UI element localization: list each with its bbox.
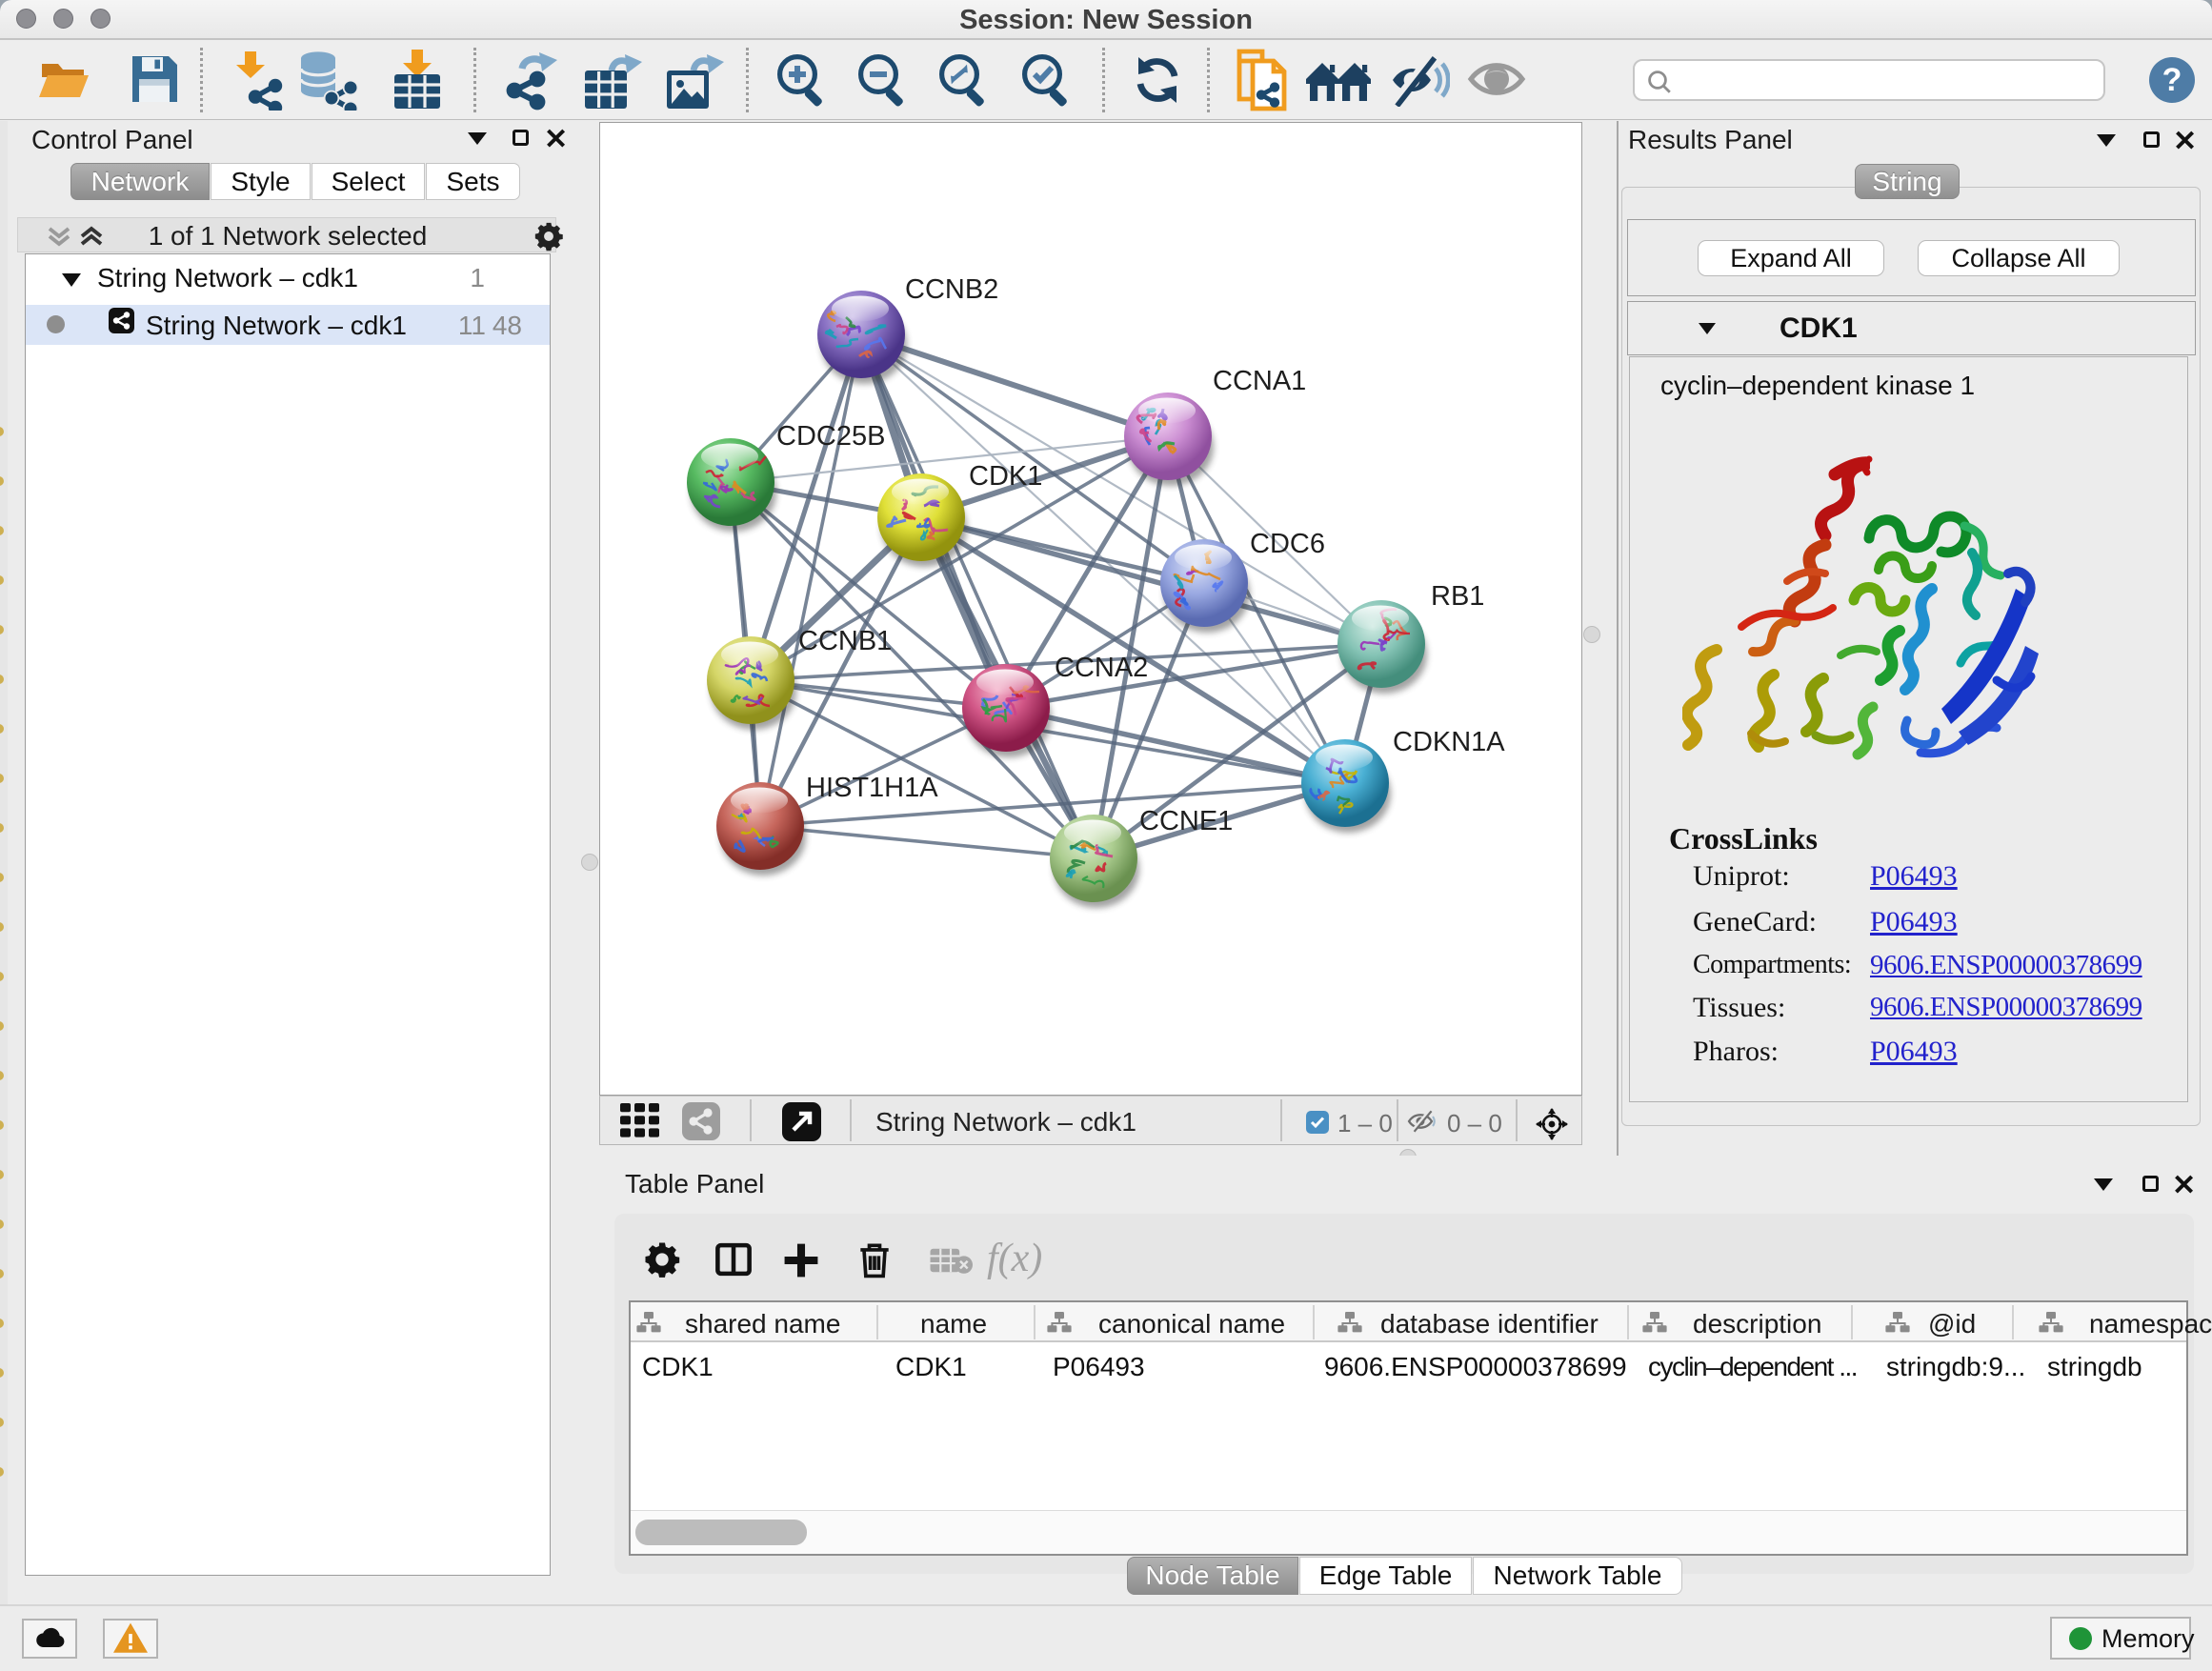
svg-text:HIST1H1A: HIST1H1A (806, 773, 938, 803)
svg-text:CDKN1A: CDKN1A (1393, 727, 1505, 757)
svg-text:CCNA1: CCNA1 (1213, 366, 1306, 396)
svg-text:CDK1: CDK1 (969, 461, 1042, 492)
svg-text:CDC25B: CDC25B (776, 421, 885, 452)
svg-text:CCNB2: CCNB2 (905, 274, 998, 305)
svg-text:CCNB1: CCNB1 (798, 626, 892, 656)
svg-text:CDC6: CDC6 (1250, 529, 1325, 559)
svg-text:CCNA2: CCNA2 (1055, 653, 1148, 683)
svg-text:RB1: RB1 (1431, 581, 1484, 612)
svg-text:CCNE1: CCNE1 (1139, 806, 1233, 836)
